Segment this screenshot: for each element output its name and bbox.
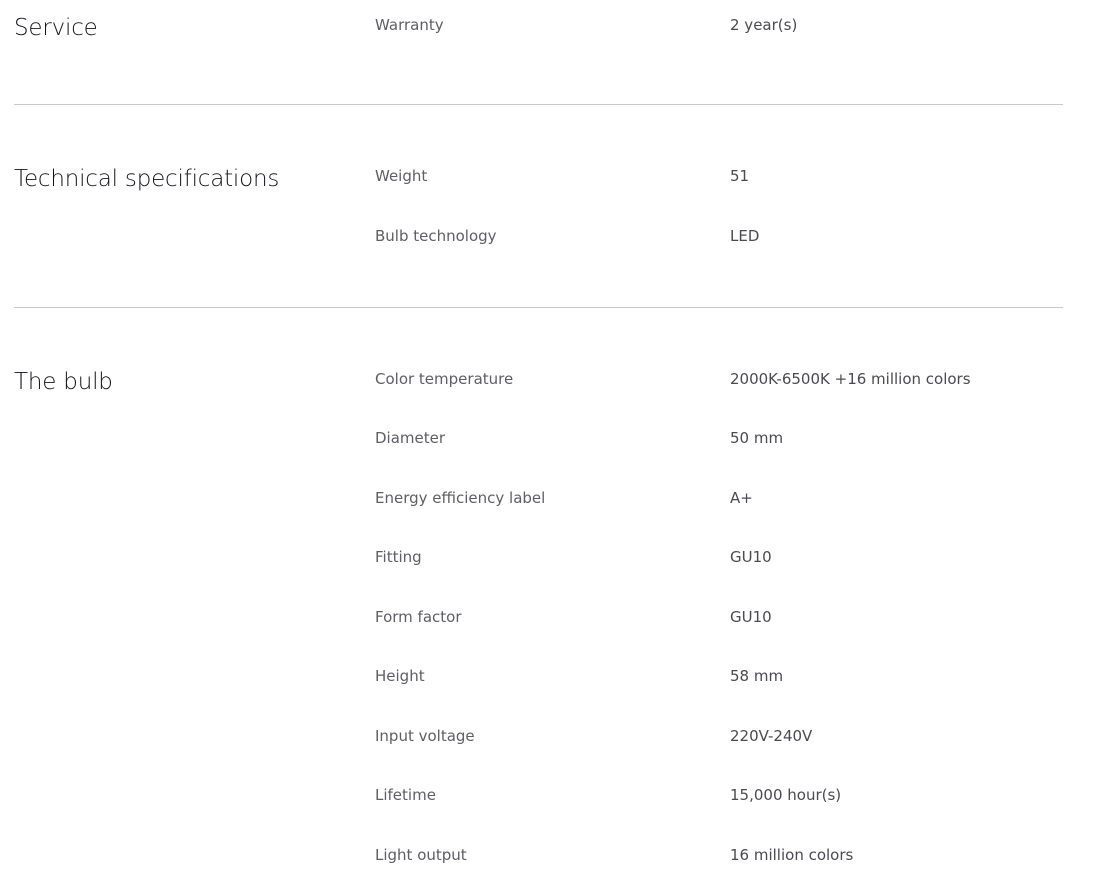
spec-value: GU10 <box>730 548 772 566</box>
section-service: Service Warranty 2 year(s) <box>14 17 1063 77</box>
spec-value: 50 mm <box>730 429 784 447</box>
section-title: Service <box>14 15 98 41</box>
spec-label: Color temperature <box>375 370 514 388</box>
spec-row-weight: Weight 51 <box>375 169 1063 189</box>
spec-label: Lifetime <box>375 786 436 804</box>
spec-value: A+ <box>730 489 753 507</box>
spec-row-input-voltage: Input voltage 220V-240V <box>375 729 1063 749</box>
specifications-page: Service Warranty 2 year(s) Technical spe… <box>0 0 1094 883</box>
spec-value: LED <box>730 227 760 245</box>
spec-value: 2 year(s) <box>730 16 798 34</box>
section-technical-specifications: Technical specifications Weight 51 Bulb … <box>14 168 1063 268</box>
spec-label: Light output <box>375 846 467 864</box>
spec-value: 2000K-6500K +16 million colors <box>730 370 971 388</box>
spec-row-lifetime: Lifetime 15,000 hour(s) <box>375 788 1063 808</box>
spec-label: Height <box>375 667 425 685</box>
spec-value: 16 million colors <box>730 846 854 864</box>
spec-row-form-factor: Form factor GU10 <box>375 610 1063 630</box>
section-title: The bulb <box>14 369 113 395</box>
spec-value: 15,000 hour(s) <box>730 786 842 804</box>
section-divider <box>14 307 1063 308</box>
spec-row-diameter: Diameter 50 mm <box>375 431 1063 451</box>
spec-value: 51 <box>730 167 750 185</box>
spec-value: 220V-240V <box>730 727 813 745</box>
spec-row-warranty: Warranty 2 year(s) <box>375 18 1063 38</box>
spec-value: GU10 <box>730 608 772 626</box>
spec-label: Warranty <box>375 16 444 34</box>
spec-label: Weight <box>375 167 428 185</box>
spec-row-color-temperature: Color temperature 2000K-6500K +16 millio… <box>375 372 1063 392</box>
section-title: Technical specifications <box>14 166 280 192</box>
spec-label: Diameter <box>375 429 446 447</box>
section-divider <box>14 104 1063 105</box>
spec-value: 58 mm <box>730 667 784 685</box>
spec-row-energy-efficiency-label: Energy efficiency label A+ <box>375 491 1063 511</box>
spec-label: Form factor <box>375 608 462 626</box>
spec-label: Bulb technology <box>375 227 497 245</box>
spec-label: Input voltage <box>375 727 475 745</box>
section-the-bulb: The bulb Color temperature 2000K-6500K +… <box>14 371 1063 881</box>
spec-row-fitting: Fitting GU10 <box>375 550 1063 570</box>
spec-row-bulb-technology: Bulb technology LED <box>375 229 1063 249</box>
spec-row-height: Height 58 mm <box>375 669 1063 689</box>
spec-row-light-output: Light output 16 million colors <box>375 848 1063 868</box>
spec-label: Energy efficiency label <box>375 489 546 507</box>
spec-label: Fitting <box>375 548 422 566</box>
